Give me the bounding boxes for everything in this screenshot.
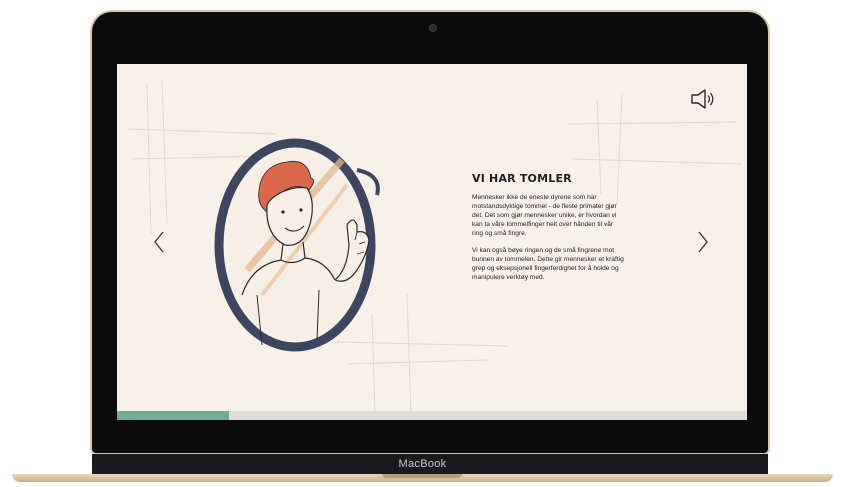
speaker-icon <box>691 89 714 109</box>
next-slide-button[interactable] <box>691 229 713 255</box>
sound-button[interactable] <box>689 88 719 110</box>
chevron-right-icon <box>698 231 708 253</box>
progress-fill <box>117 411 230 420</box>
chevron-left-icon <box>154 231 164 253</box>
progress-bar <box>117 411 747 420</box>
mirror-thumb-illustration <box>214 138 380 352</box>
slide-title: VI HAR TOMLER <box>472 172 572 185</box>
previous-slide-button[interactable] <box>149 229 171 255</box>
slide-paragraph: Vi kan også bøye ringen og de små fingre… <box>472 247 624 281</box>
slide-text-panel: VI HAR TOMLER Mennesker ikke de eneste d… <box>472 172 624 290</box>
slide-paragraph: Mennesker ikke de eneste dyrene som har … <box>472 194 617 237</box>
laptop-notch <box>382 474 462 478</box>
device-brand-label: MacBook <box>398 458 447 470</box>
webcam <box>429 24 437 32</box>
app-screen: VI HAR TOMLER Mennesker ikke de eneste d… <box>117 64 747 420</box>
laptop: VI HAR TOMLER Mennesker ikke de eneste d… <box>0 0 845 487</box>
